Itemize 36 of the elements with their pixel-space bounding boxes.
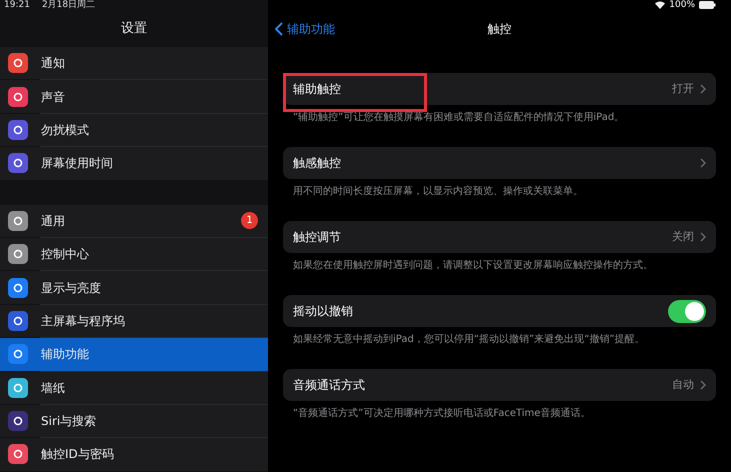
toggle-switch[interactable]	[668, 300, 706, 322]
sidebar-item[interactable]: 主屏幕与程序坞	[0, 304, 268, 338]
wifi-icon	[655, 1, 666, 9]
status-time: 19:21	[4, 0, 30, 10]
settings-row[interactable]: 摇动以撤销	[283, 295, 716, 327]
battery-icon	[699, 1, 716, 9]
sidebar-item[interactable]: 通知	[0, 47, 268, 80]
footer-text: “音频通话方式”可决定用哪种方式接听电话或FaceTime音频通话。	[292, 408, 592, 420]
sidebar-item[interactable]: 控制中心	[0, 238, 268, 270]
sidebar-item[interactable]: 勿扰模式	[0, 114, 268, 146]
chevron-right-icon	[700, 380, 706, 390]
notification-badge: 1	[241, 212, 258, 230]
sidebar-item[interactable]: 触控ID与密码	[0, 438, 268, 471]
chevron-right-icon	[700, 158, 706, 168]
sidebar-title: 设置	[121, 20, 147, 38]
footer-text: 用不同的时间长度按压屏幕，以显示内容预览、操作或关联菜单。	[292, 186, 584, 198]
sidebar-item[interactable]: 显示与亮度	[0, 271, 268, 304]
sidebar-item[interactable]: 墙纸	[0, 372, 268, 404]
settings-row[interactable]: 触感触控	[283, 147, 716, 179]
footer-text: “辅助触控”可让您在触摸屏幕有困难或需要自适应配件的情况下使用iPad。	[292, 112, 626, 124]
battery-percent: 100%	[669, 0, 695, 10]
sidebar-item[interactable]: 声音	[0, 80, 268, 113]
settings-row[interactable]: 触控调节 关闭	[283, 221, 716, 253]
page-title: 触控	[488, 20, 512, 38]
sidebar-item[interactable]: 通用 1	[0, 204, 268, 237]
sidebar-item[interactable]: 屏幕使用时间	[0, 147, 268, 180]
footer-text: 如果您在使用触控屏时遇到问题，请调整以下设置更改屏幕响应触控操作的方式。	[292, 260, 654, 272]
chevron-right-icon	[700, 232, 706, 242]
sidebar-item[interactable]: Siri与搜索	[0, 404, 268, 438]
back-link[interactable]: 辅助功能	[275, 20, 335, 38]
footer-text: 如果经常无意中摇动到iPad，您可以停用“摇动以撤销”来避免出现“撤销”提醒。	[292, 334, 646, 346]
settings-row[interactable]: 音频通话方式 自动	[283, 369, 716, 401]
sidebar-item[interactable]: 辅助功能	[0, 338, 268, 371]
chevron-left-icon	[275, 22, 283, 36]
settings-row[interactable]: 辅助触控 打开	[283, 73, 716, 105]
chevron-right-icon	[700, 84, 706, 94]
